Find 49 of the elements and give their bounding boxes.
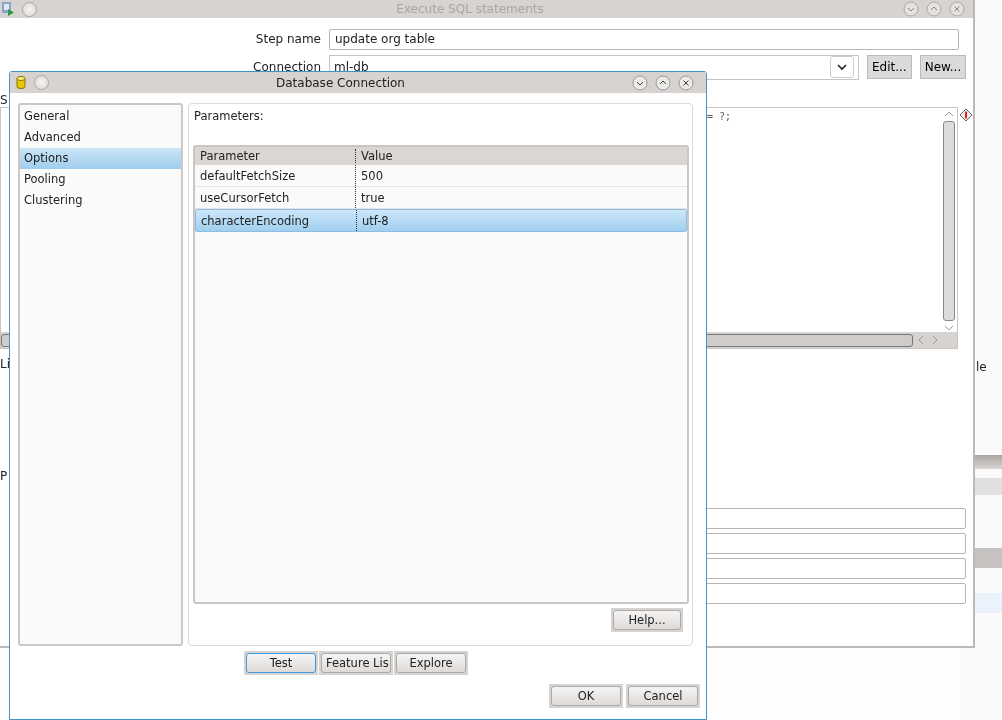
table-row: [975, 593, 1002, 613]
sidebar-item[interactable]: Advanced: [20, 127, 181, 148]
menu-button[interactable]: [34, 75, 49, 90]
table-row: [975, 478, 1002, 495]
label-text: S: [0, 93, 8, 107]
column-header[interactable]: Parameter: [195, 149, 355, 163]
help-button[interactable]: Help...: [613, 610, 681, 630]
table-cell-text: useCursorFetch: [199, 189, 291, 207]
chevron-down-icon: [830, 56, 854, 78]
error-diamond-icon: [960, 109, 972, 121]
step-name-field[interactable]: update org table: [329, 28, 959, 50]
minimize-button[interactable]: [632, 74, 648, 91]
field-label: Connection: [252, 60, 322, 74]
sidebar-item[interactable]: Pooling: [20, 169, 181, 190]
sidebar-item[interactable]: Options: [20, 148, 181, 169]
maximize-button[interactable]: [926, 1, 942, 17]
table-row[interactable]: characterEncoding utf-8: [195, 209, 687, 232]
label-text: P: [0, 469, 8, 483]
table-cell: true: [355, 187, 687, 208]
sidebar-item[interactable]: General: [20, 106, 181, 127]
close-button[interactable]: [678, 74, 694, 91]
label-text: Li: [0, 357, 11, 371]
connection-button[interactable]: New...: [919, 55, 967, 79]
dialog-button[interactable]: OK: [551, 686, 621, 706]
table-cell: utf-8: [356, 210, 686, 231]
database-icon: [16, 76, 26, 89]
sidebar-item[interactable]: Clustering: [20, 190, 181, 211]
action-button[interactable]: Explore: [396, 653, 466, 673]
scroll-up-icon[interactable]: [944, 110, 954, 118]
dialog-button[interactable]: Cancel: [628, 686, 698, 706]
label-text: le: [976, 360, 987, 374]
table-cell-text: defaultFetchSize: [199, 167, 297, 185]
column-header[interactable]: Value: [355, 149, 687, 163]
scroll-arrows-icon[interactable]: [917, 335, 939, 345]
action-button[interactable]: Test: [246, 653, 316, 673]
app-icon: [2, 2, 14, 16]
connection-button[interactable]: Edit...: [867, 55, 912, 79]
scroll-down-icon[interactable]: [944, 324, 954, 332]
field-label: Step name: [254, 32, 322, 46]
minimize-button[interactable]: [903, 1, 919, 17]
menu-button[interactable]: [22, 1, 37, 17]
maximize-button[interactable]: [655, 74, 671, 91]
table-row[interactable]: defaultFetchSize 500: [195, 165, 687, 187]
parameters-label: Parameters:: [194, 109, 265, 123]
table-cell-text: characterEncoding: [200, 212, 311, 230]
action-button[interactable]: Feature Lis: [321, 653, 391, 673]
code-text: = ?;: [707, 111, 732, 122]
table-cell: 500: [355, 165, 687, 186]
scrollbar: [975, 455, 1002, 469]
